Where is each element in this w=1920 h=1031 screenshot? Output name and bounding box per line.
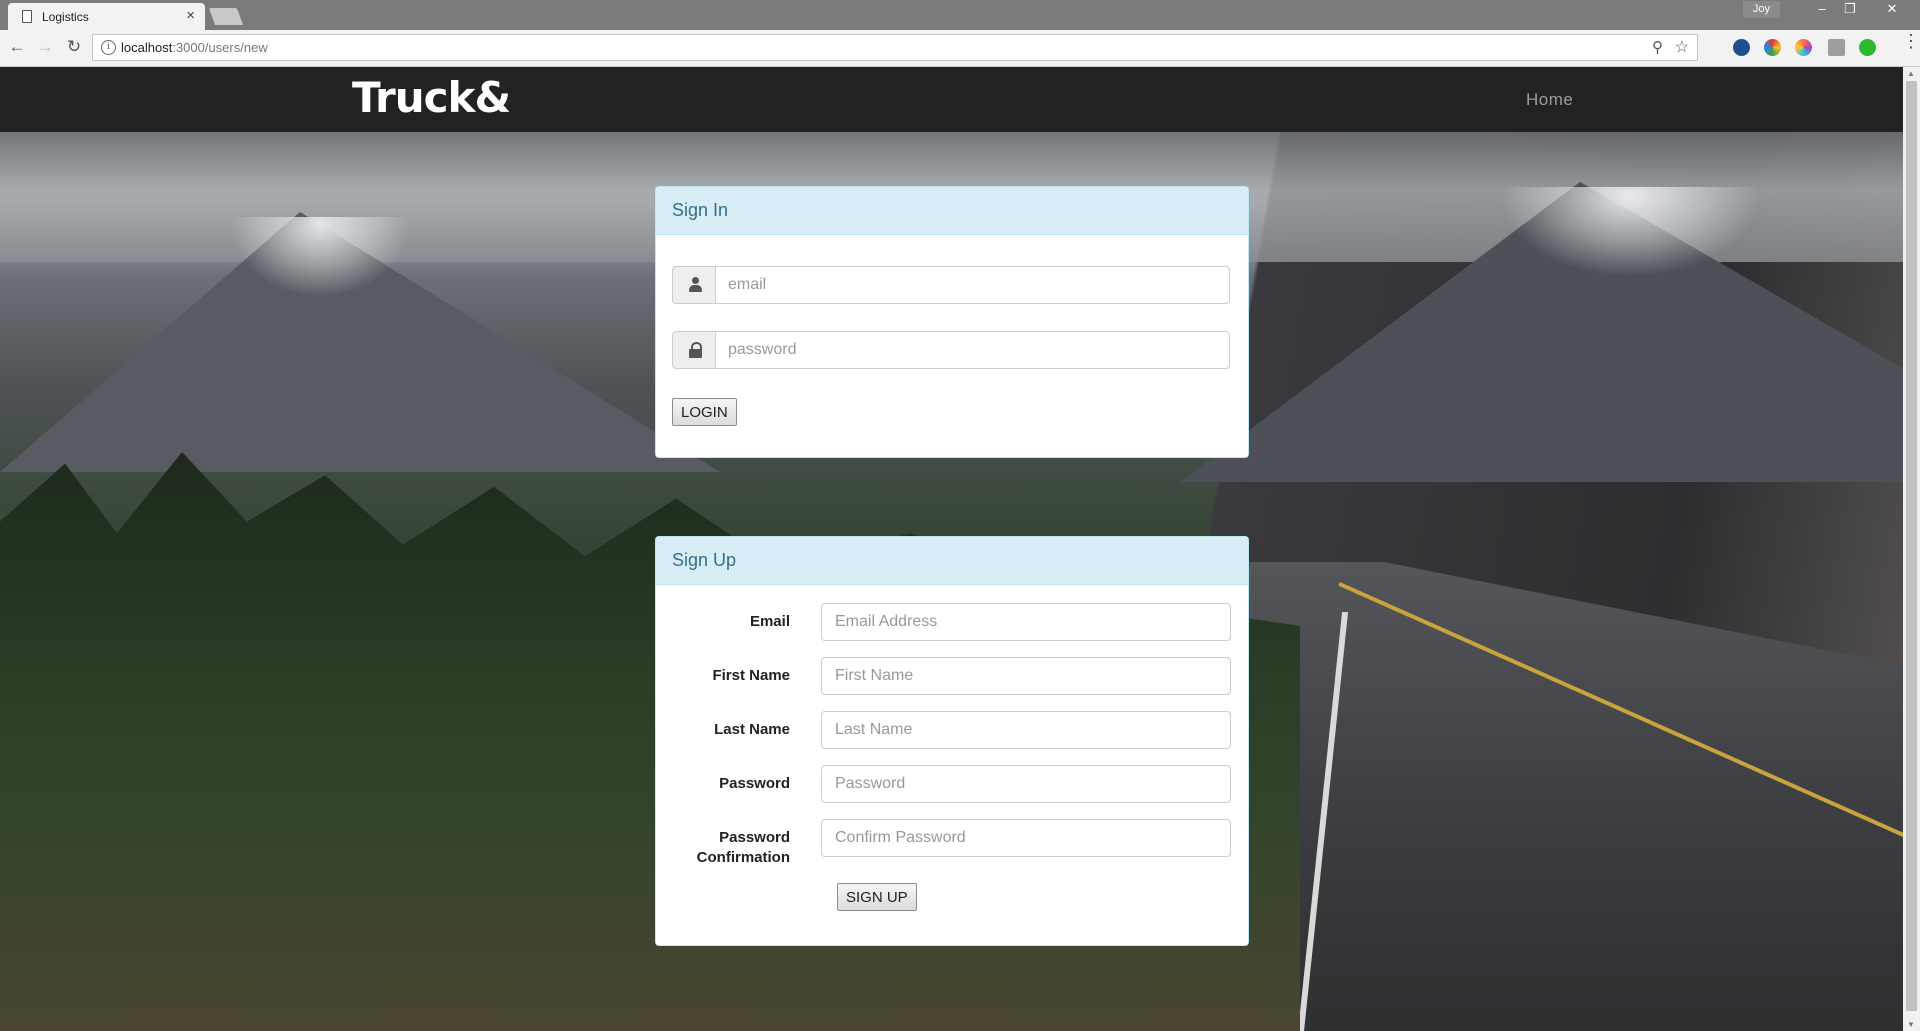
extension-icon[interactable] — [1733, 39, 1750, 56]
signin-email-input[interactable] — [715, 266, 1230, 304]
site-info-icon[interactable]: i — [101, 40, 116, 55]
tab-title: Logistics — [42, 10, 89, 24]
url-text: localhost:3000/users/new — [121, 40, 268, 55]
address-bar[interactable]: i localhost:3000/users/new ⚲ ☆ — [92, 34, 1698, 61]
extension-icon[interactable] — [1764, 39, 1781, 56]
signin-title: Sign In — [672, 200, 729, 220]
first-name-label: First Name — [712, 667, 790, 684]
password-input-group — [672, 331, 1230, 369]
browser-menu-icon[interactable]: ⋮ — [1902, 32, 1920, 50]
scroll-up-icon[interactable]: ▲ — [1907, 69, 1915, 78]
signup-row-password: Password — [656, 765, 1250, 803]
grammarly-icon[interactable] — [1859, 39, 1876, 56]
first-name-input[interactable] — [821, 657, 1231, 695]
signup-password-input[interactable] — [821, 765, 1231, 803]
reload-icon[interactable]: ↻ — [63, 37, 85, 57]
browser-tab[interactable]: Logistics × — [8, 3, 205, 30]
snow-peak — [230, 217, 410, 297]
email-label: Email — [749, 613, 790, 630]
email-input-group — [672, 266, 1230, 304]
brand-logo[interactable]: Truck& — [352, 73, 511, 122]
signup-panel: Sign Up Email First Name Last Name Passw… — [655, 536, 1249, 946]
password-label: Password — [719, 775, 790, 792]
browser-toolbar: ← → ↻ i localhost:3000/users/new ⚲ ☆ ⋮ — [0, 30, 1920, 67]
scroll-down-icon[interactable]: ▼ — [1907, 1020, 1915, 1029]
zoom-icon[interactable]: ⚲ — [1652, 38, 1663, 56]
forward-icon[interactable]: → — [34, 37, 56, 57]
page-icon — [22, 10, 32, 23]
tab-close-icon[interactable]: × — [186, 7, 195, 24]
new-tab-button[interactable] — [208, 8, 244, 25]
signin-password-input[interactable] — [715, 331, 1230, 369]
minimize-icon[interactable]: – — [1808, 0, 1836, 18]
profile-button[interactable]: Joy — [1742, 1, 1780, 18]
password-confirmation-input[interactable] — [821, 819, 1231, 857]
scrollbar-thumb[interactable] — [1906, 81, 1917, 1011]
last-name-input[interactable] — [821, 711, 1231, 749]
login-button[interactable]: LOGIN — [672, 398, 737, 426]
email-addon — [672, 266, 716, 304]
password-addon — [672, 331, 716, 369]
back-icon[interactable]: ← — [6, 37, 28, 57]
signup-row-last-name: Last Name — [656, 711, 1250, 749]
window-close-icon[interactable]: ✕ — [1878, 0, 1906, 18]
nav-link-home[interactable]: Home — [1526, 90, 1573, 110]
signup-row-first-name: First Name — [656, 657, 1250, 695]
signin-heading: Sign In — [656, 187, 1248, 235]
password-confirmation-label: Password Confirmation — [696, 829, 790, 866]
bookmark-star-icon[interactable]: ☆ — [1675, 37, 1689, 57]
signup-row-email: Email — [656, 603, 1250, 641]
user-icon — [689, 277, 702, 293]
signup-email-input[interactable] — [821, 603, 1231, 641]
snow-peak — [1500, 187, 1760, 277]
signup-button[interactable]: SIGN UP — [837, 883, 917, 911]
scrollbar[interactable]: ▲ ▼ — [1903, 67, 1920, 1031]
page-viewport: Truck& Home Sign In LOGIN Sign Up Email — [0, 67, 1903, 1031]
signup-title: Sign Up — [672, 550, 737, 570]
signin-panel: Sign In LOGIN — [655, 186, 1249, 458]
extension-icon[interactable] — [1828, 39, 1845, 56]
extension-icon[interactable] — [1795, 39, 1812, 56]
signup-heading: Sign Up — [656, 537, 1248, 585]
last-name-label: Last Name — [714, 721, 790, 738]
signup-row-password-confirmation: Password Confirmation — [656, 819, 1250, 866]
navbar: Truck& Home — [0, 67, 1903, 132]
browser-tab-bar: Logistics × Joy – ❐ ✕ — [0, 0, 1920, 30]
restore-icon[interactable]: ❐ — [1836, 0, 1864, 18]
lock-icon — [689, 342, 702, 358]
